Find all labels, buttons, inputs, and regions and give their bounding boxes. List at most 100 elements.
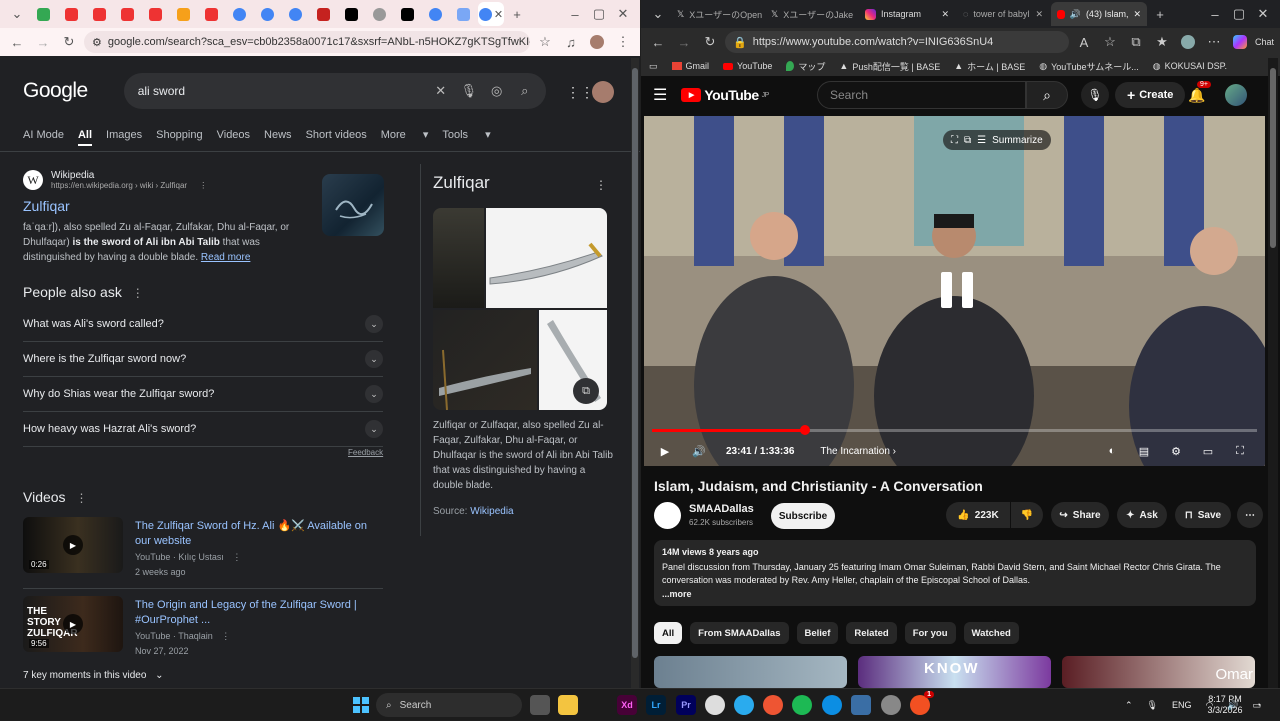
close-icon[interactable]: ✕	[494, 8, 503, 21]
share-button[interactable]: ↪ Share	[1051, 502, 1109, 528]
feedback-link[interactable]: Feedback	[348, 448, 383, 457]
close-icon[interactable]: ✕	[941, 9, 949, 20]
captions-icon[interactable]: ▤	[1133, 440, 1155, 462]
apps-grid-icon[interactable]: ⋮⋮	[566, 84, 594, 101]
kp-image-swords-display[interactable]	[433, 310, 537, 410]
tab-ai-mode[interactable]: AI Mode	[23, 126, 64, 151]
tab-shopping[interactable]: Shopping	[156, 126, 203, 151]
channel-name[interactable]: SMAADallas	[689, 503, 754, 515]
left-scrollbar[interactable]	[631, 58, 639, 688]
reload-icon[interactable]: ↻	[699, 31, 721, 53]
new-tab-icon[interactable]: +	[1149, 3, 1171, 25]
tab-google-3[interactable]	[282, 2, 308, 26]
paa-question[interactable]: Where is the Zulfiqar sword now? ⌄	[23, 342, 383, 377]
tab-youtube-3[interactable]	[114, 2, 140, 26]
chapter-button[interactable]: The Incarnation ›	[820, 446, 896, 457]
lightroom-icon[interactable]: Lr	[646, 695, 666, 715]
tab-youtube-5[interactable]	[198, 2, 224, 26]
close-icon[interactable]: ✕	[1133, 9, 1141, 20]
paa-options-icon[interactable]: ⋮	[132, 286, 144, 300]
tab-x-jake[interactable]: 𝕏Xユーザーの​Jake✕	[765, 2, 857, 26]
clock[interactable]: 8:17 PM 3/3/2026	[1205, 689, 1245, 721]
video-title[interactable]: The Origin and Legacy of the Zulfiqar Sw…	[135, 598, 385, 628]
sidebar-toggle-icon[interactable]: ▭	[649, 61, 658, 72]
telegram-icon[interactable]	[734, 695, 754, 715]
tab-x-2[interactable]	[394, 2, 420, 26]
lens-icon[interactable]: ◎	[486, 83, 508, 99]
window-close-icon[interactable]: ✕	[612, 3, 634, 25]
more-options-icon[interactable]: ⋮	[221, 631, 230, 641]
chip-for-you[interactable]: For you	[904, 622, 956, 644]
close-icon[interactable]: ✕	[1035, 9, 1043, 20]
chevron-down-icon[interactable]: ⌄	[365, 420, 383, 438]
read-more-link[interactable]: Read more	[201, 252, 250, 263]
volume-icon[interactable]: 🔊	[688, 440, 710, 462]
tab-youtube-active[interactable]: 🔊 (43) Islam, ✕	[1051, 2, 1147, 26]
paa-question[interactable]: What was Ali's sword called? ⌄	[23, 307, 383, 342]
recommended-video[interactable]: Omar	[1062, 656, 1255, 688]
chevron-down-icon[interactable]: ⌄	[365, 385, 383, 403]
autoplay-toggle-icon[interactable]: ◐	[1101, 440, 1123, 462]
youtube-search-input[interactable]: Search	[817, 81, 1026, 109]
pause-overlay-icon[interactable]	[941, 272, 973, 308]
video-thumbnail[interactable]: THE STORY ZULFIQAR ▶ 9:56	[23, 596, 123, 652]
recommended-video[interactable]: KNOW	[858, 656, 1051, 688]
paa-question[interactable]: How heavy was Hazrat Ali's sword? ⌄	[23, 412, 383, 447]
videos-options-icon[interactable]: ⋮	[75, 491, 87, 505]
tab-short-videos[interactable]: Short videos	[306, 126, 367, 151]
tab-google-2[interactable]	[254, 2, 280, 26]
save-button[interactable]: ⊓ Save	[1175, 502, 1231, 528]
tab-globe[interactable]	[366, 2, 392, 26]
video-title[interactable]: The Zulfiqar Sword of Hz. Ali 🔥⚔️ Availa…	[135, 519, 385, 549]
bookmark-base-push[interactable]: ▲ Push配信一覧 | BASE	[839, 60, 940, 73]
task-view-icon[interactable]	[530, 695, 550, 715]
tab-all[interactable]: All	[77, 126, 93, 146]
video-result[interactable]: THE STORY ZULFIQAR ▶ 9:56 The Origin and…	[23, 596, 385, 656]
more-options-icon[interactable]: ⋮	[232, 552, 241, 562]
tab-youtube-1[interactable]	[58, 2, 84, 26]
description-box[interactable]: 14M views 8 years ago Panel discussion f…	[654, 540, 1256, 606]
profile-avatar-icon[interactable]	[1177, 31, 1199, 53]
media-icon[interactable]: ♫	[560, 31, 582, 53]
account-avatar[interactable]	[592, 81, 614, 103]
tab-active-google[interactable]: ✕	[478, 2, 504, 26]
back-icon[interactable]: ←	[6, 31, 28, 53]
result-thumbnail[interactable]	[322, 174, 384, 236]
progress-bar[interactable]	[652, 425, 1257, 435]
voice-search-icon[interactable]: 🎙	[1081, 81, 1109, 109]
scrollbar-thumb[interactable]	[1270, 68, 1276, 248]
extensions-icon[interactable]: ⧉	[1125, 31, 1147, 53]
key-moments-toggle[interactable]: 7 key moments in this video ⌄	[23, 670, 164, 681]
notifications-bell-icon[interactable]: 🔔 9+	[1188, 80, 1211, 104]
recommended-video[interactable]	[654, 656, 847, 688]
video-result[interactable]: ▶ 0:26 The Zulfiqar Sword of Hz. Ali 🔥⚔️…	[23, 517, 385, 577]
tab-pdf[interactable]	[310, 2, 336, 26]
tab-instagram[interactable]: Instagram ✕	[859, 2, 955, 26]
settings-icon[interactable]: ⚙	[1165, 440, 1187, 462]
chat-label[interactable]: Chat	[1255, 37, 1274, 47]
taskbar-search[interactable]: ⌕ Search	[376, 693, 522, 717]
google-search-box[interactable]: ali sword ✕ 🎙 ◎ ⌕	[123, 73, 546, 109]
tab-orange[interactable]	[170, 2, 196, 26]
ask-button[interactable]: ✦ Ask	[1117, 502, 1167, 528]
tab-images[interactable]: Images	[106, 126, 142, 151]
google-logo[interactable]: Google	[23, 79, 88, 103]
play-icon[interactable]: ▶	[63, 535, 83, 555]
edge-icon[interactable]	[822, 695, 842, 715]
favorite-star-icon[interactable]: ☆	[1099, 31, 1121, 53]
tray-overflow-icon[interactable]: ⌃	[1125, 700, 1133, 711]
reload-icon[interactable]: ↻	[58, 31, 80, 53]
account-avatar[interactable]	[1225, 84, 1247, 106]
app-icon[interactable]	[763, 695, 783, 715]
language-indicator[interactable]: ENG	[1172, 700, 1192, 710]
tab-search-icon[interactable]: ⌄	[647, 3, 669, 25]
kp-image-sword[interactable]	[486, 208, 607, 308]
minimize-icon[interactable]: –	[1204, 3, 1226, 25]
minimize-icon[interactable]: –	[564, 3, 586, 25]
mic-icon[interactable]: 🎙	[458, 83, 480, 99]
favorites-icon[interactable]: ★	[1151, 31, 1173, 53]
screenshot-icon[interactable]: ⛶	[951, 135, 958, 146]
kp-image-sword-2[interactable]: ⧉	[539, 310, 607, 410]
summarize-button[interactable]: ⛶ ⧉ ☰ Summarize	[943, 130, 1051, 150]
back-icon[interactable]: ←	[647, 31, 669, 53]
